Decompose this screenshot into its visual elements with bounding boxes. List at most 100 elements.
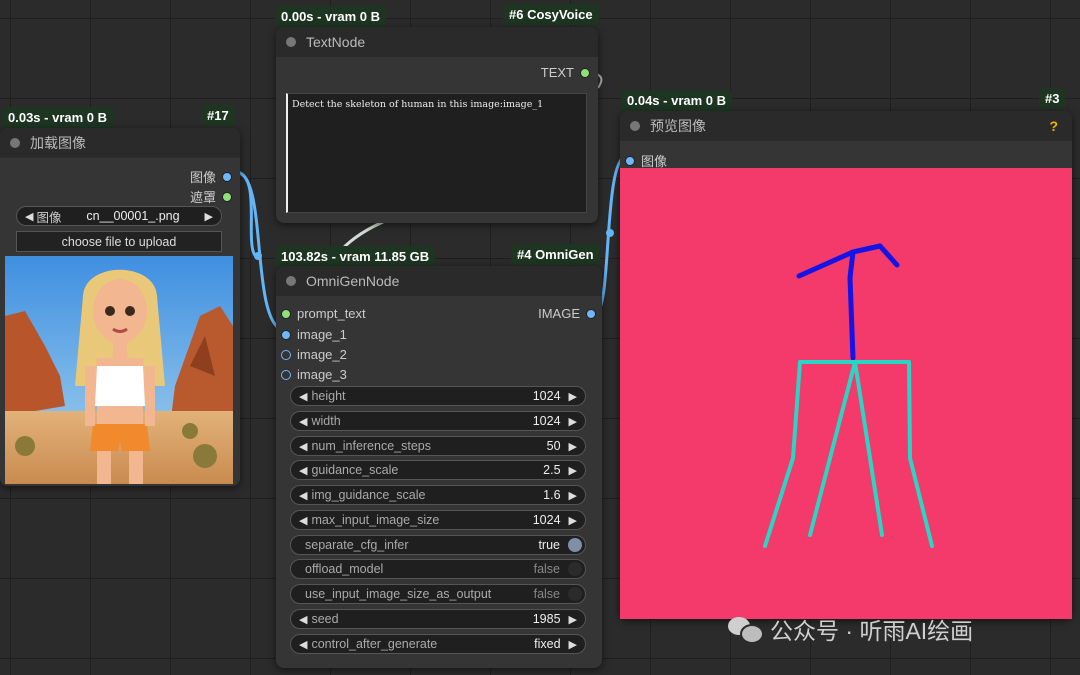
widget-label: img_guidance_scale <box>311 488 426 502</box>
toggle-separate-cfg-infer[interactable]: separate_cfg_infer true <box>290 535 586 555</box>
widget-control-after-generate[interactable]: ◀ control_after_generate fixed ▶ <box>290 634 586 654</box>
toggle-knob-icon[interactable] <box>568 562 582 576</box>
widget-label: max_input_image_size <box>311 513 440 527</box>
loaded-image-preview <box>5 256 233 484</box>
widget-height[interactable]: ◀ height 1024 ▶ <box>290 386 586 406</box>
text-node-textarea[interactable]: Detect the skeleton of human in this ima… <box>286 93 587 213</box>
output-pin-icon[interactable] <box>222 171 232 182</box>
widget-num-inference-steps[interactable]: ◀ num_inference_steps 50 ▶ <box>290 436 586 456</box>
arrow-right-icon[interactable]: ▶ <box>569 489 577 502</box>
omnigen-id-badge: #4 OmniGen <box>511 244 600 265</box>
load-image-header[interactable]: 加载图像 <box>0 128 240 158</box>
preview-timing-badge: 0.04s - vram 0 B <box>621 90 733 111</box>
toggle-use-input-image-size[interactable]: use_input_image_size_as_output false <box>290 584 586 604</box>
input-pin-icon[interactable] <box>281 308 291 319</box>
collapse-dot-icon[interactable] <box>286 276 296 286</box>
arrow-right-icon[interactable]: ▶ <box>569 390 577 403</box>
arrow-right-icon[interactable]: ▶ <box>569 440 577 453</box>
arrow-right-icon[interactable]: ▶ <box>569 514 577 527</box>
text-node[interactable]: TextNode TEXT Detect the skeleton of hum… <box>276 27 598 223</box>
toggle-value: false <box>533 587 560 601</box>
arrow-left-icon[interactable]: ◀ <box>299 489 307 502</box>
watermark: 公众号 · 听雨AI绘画 <box>728 612 973 646</box>
watermark-text: 公众号 · 听雨AI绘画 <box>770 618 974 644</box>
widget-width[interactable]: ◀ width 1024 ▶ <box>290 411 586 431</box>
toggle-label: offload_model <box>305 562 384 576</box>
output-pin-icon[interactable] <box>580 67 590 78</box>
arrow-right-icon[interactable]: ▶ <box>569 638 577 651</box>
toggle-knob-icon[interactable] <box>568 538 582 552</box>
input-label-image-1: image_1 <box>297 327 347 342</box>
widget-value: 50 <box>546 439 561 453</box>
toggle-knob-icon[interactable] <box>568 587 582 601</box>
toggle-value: false <box>533 562 560 576</box>
arrow-left-icon[interactable]: ◀ <box>299 464 307 477</box>
arrow-right-icon[interactable]: ▶ <box>569 613 577 626</box>
output-slot-image[interactable]: 图像 <box>190 167 232 186</box>
arrow-left-icon[interactable]: ◀ <box>299 613 307 626</box>
input-label-prompt-text: prompt_text <box>297 306 366 321</box>
link-reroute-dot <box>606 229 614 237</box>
input-pin-icon[interactable] <box>281 349 291 360</box>
omnigen-header[interactable]: OmniGenNode <box>276 266 602 296</box>
arrow-right-icon[interactable]: ▶ <box>569 415 577 428</box>
output-pin-icon[interactable] <box>586 308 596 319</box>
toggle-value: true <box>538 538 560 552</box>
load-image-timing-badge: 0.03s - vram 0 B <box>2 107 114 128</box>
arrow-left-icon[interactable]: ◀ <box>299 514 307 527</box>
widget-guidance-scale[interactable]: ◀ guidance_scale 2.5 ▶ <box>290 460 586 480</box>
output-label-mask: 遮罩 <box>189 190 216 205</box>
output-pin-icon[interactable] <box>222 191 232 202</box>
text-node-header[interactable]: TextNode <box>276 27 598 57</box>
text-output-slot[interactable]: TEXT <box>541 65 590 80</box>
arrow-left-icon[interactable]: ◀ <box>25 210 33 223</box>
load-image-node[interactable]: 加载图像 图像 遮罩 ◀ 图像 cn__00001_.png ▶ choose … <box>0 128 240 486</box>
widget-value: 1.6 <box>543 488 561 502</box>
input-pin-icon[interactable] <box>281 329 291 340</box>
widget-seed[interactable]: ◀ seed 1985 ▶ <box>290 609 586 629</box>
arrow-right-icon[interactable]: ▶ <box>569 464 577 477</box>
help-icon[interactable]: ? <box>1049 118 1058 134</box>
arrow-left-icon[interactable]: ◀ <box>299 440 307 453</box>
widget-value: fixed <box>534 637 561 651</box>
input-slot-image-1[interactable]: image_1 <box>281 327 347 342</box>
load-image-id-badge: #17 <box>201 105 235 126</box>
input-pin-icon[interactable] <box>281 369 291 380</box>
input-slot-prompt-text[interactable]: prompt_text <box>281 306 366 321</box>
toggle-offload-model[interactable]: offload_model false <box>290 559 586 579</box>
upload-button[interactable]: choose file to upload <box>16 231 222 252</box>
collapse-dot-icon[interactable] <box>10 138 20 148</box>
collapse-dot-icon[interactable] <box>286 37 296 47</box>
preview-id-badge: #3 <box>1039 88 1066 109</box>
input-label-image-2: image_2 <box>297 347 347 362</box>
widget-label: control_after_generate <box>311 637 438 651</box>
input-slot-image-3[interactable]: image_3 <box>281 367 347 382</box>
arrow-left-icon[interactable]: ◀ <box>299 415 307 428</box>
output-label-image: IMAGE <box>538 306 580 321</box>
input-slot-image-2[interactable]: image_2 <box>281 347 347 362</box>
output-slot-image[interactable]: IMAGE <box>538 306 596 321</box>
arrow-left-icon[interactable]: ◀ <box>299 638 307 651</box>
preview-node[interactable]: 预览图像 ? 图像 <box>620 111 1072 619</box>
widget-label: guidance_scale <box>311 463 399 477</box>
preview-header[interactable]: 预览图像 ? <box>620 111 1072 141</box>
image-combo-value: cn__00001_.png <box>86 209 180 223</box>
widget-label: seed <box>311 612 339 626</box>
preview-title: 预览图像 <box>650 118 706 134</box>
widget-label: width <box>311 414 341 428</box>
collapse-dot-icon[interactable] <box>630 121 640 131</box>
widget-value: 2.5 <box>543 463 561 477</box>
preview-output-image <box>620 168 1072 619</box>
widget-value: 1024 <box>532 389 561 403</box>
output-slot-mask[interactable]: 遮罩 <box>190 187 232 206</box>
omnigen-node[interactable]: OmniGenNode prompt_text image_1 image_2 … <box>276 266 602 668</box>
widget-max-input-image-size[interactable]: ◀ max_input_image_size 1024 ▶ <box>290 510 586 530</box>
omnigen-timing-badge: 103.82s - vram 11.85 GB <box>275 246 436 267</box>
text-output-label: TEXT <box>540 65 574 80</box>
arrow-right-icon[interactable]: ▶ <box>205 210 213 223</box>
image-file-combo[interactable]: ◀ 图像 cn__00001_.png ▶ <box>16 206 222 226</box>
input-pin-icon[interactable] <box>625 155 635 166</box>
arrow-left-icon[interactable]: ◀ <box>299 390 307 403</box>
widget-img-guidance-scale[interactable]: ◀ img_guidance_scale 1.6 ▶ <box>290 485 586 505</box>
widget-label: num_inference_steps <box>311 439 431 453</box>
